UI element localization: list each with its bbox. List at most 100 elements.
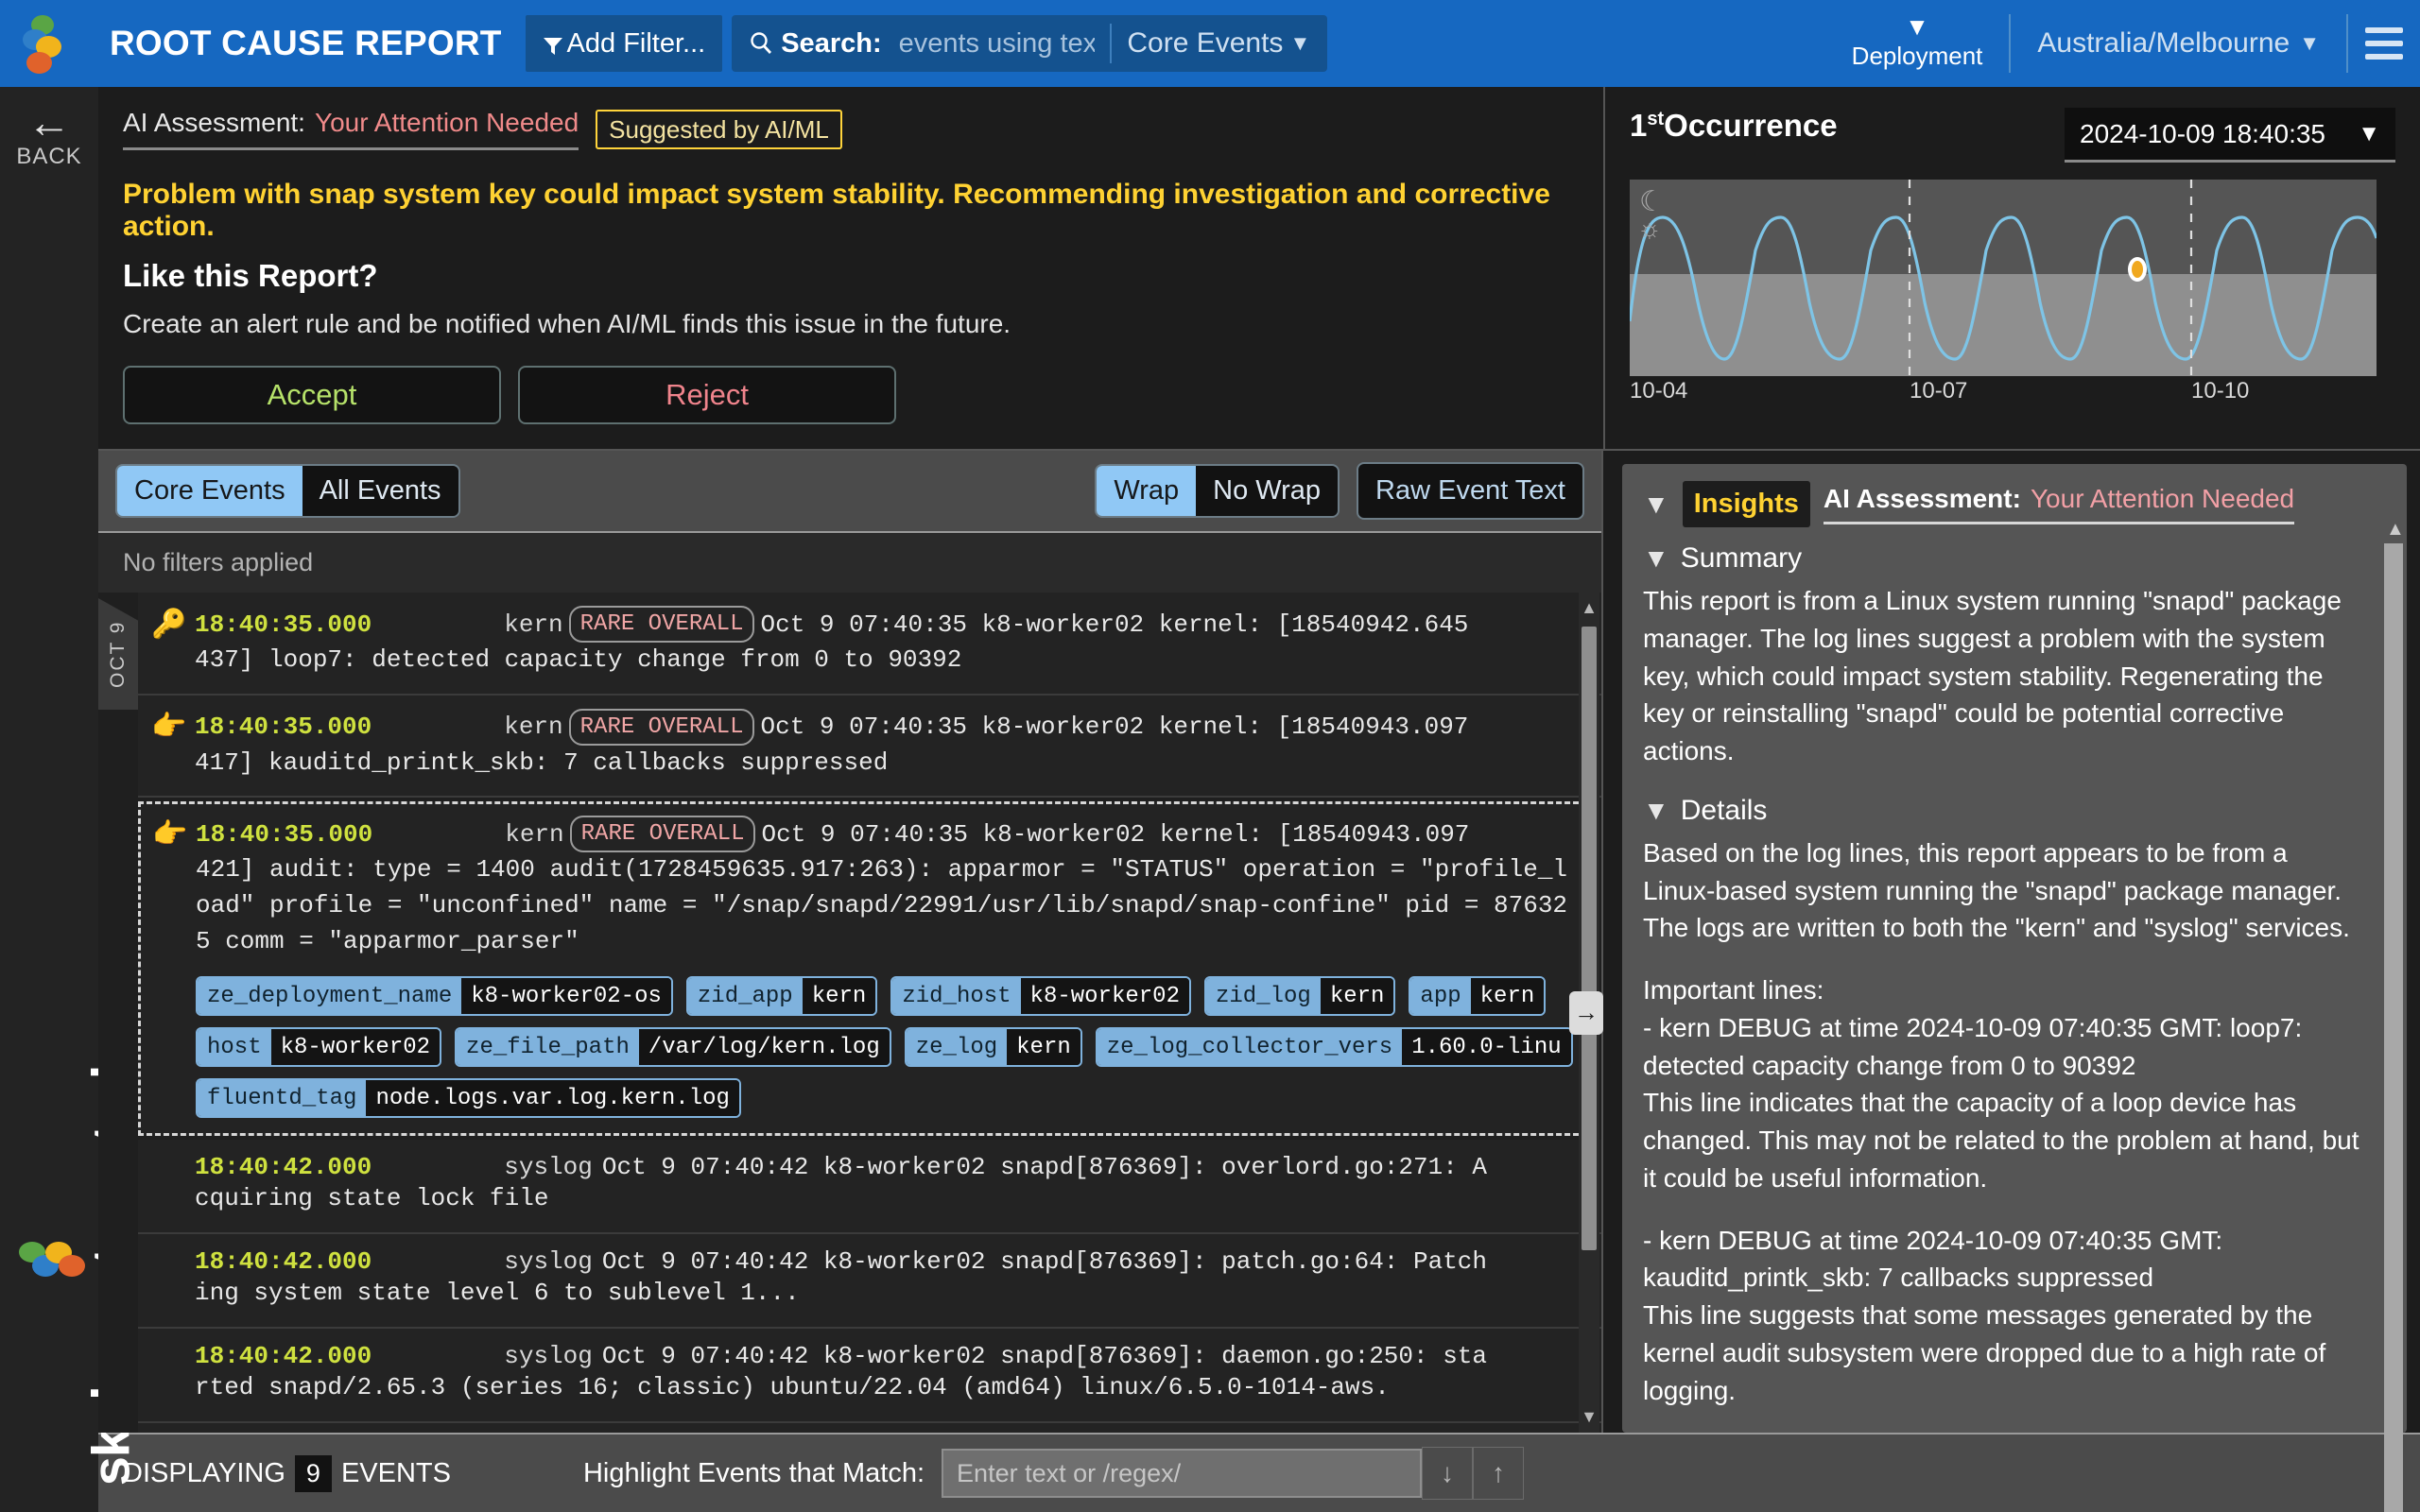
table-row[interactable]: 🔑 18:40:35.000 kern RARE OVERALL Oct 9 0…	[138, 593, 1601, 696]
insights-header: ▼ Insights AI Assessment: Your Attention…	[1643, 481, 2392, 527]
highlight-next-button[interactable]: ↓	[1422, 1447, 1474, 1500]
tag-value: k8-worker02-os	[461, 978, 671, 1015]
tag-pill[interactable]: ze_log kern	[904, 1027, 1082, 1068]
events-toolbar: Core Events All Events Wrap No Wrap Raw …	[98, 451, 1601, 533]
event-head: 👉 18:40:35.000 kern RARE OVERALL Oct 9 0…	[151, 708, 1584, 746]
tag-pill[interactable]: ze_log_collector_vers 1.60.0-linu	[1095, 1027, 1573, 1068]
reject-button[interactable]: Reject	[518, 366, 896, 424]
root-cause-report-app: ROOT CAUSE REPORT Add Filter... Search: …	[0, 0, 2420, 1512]
tab-all-events[interactable]: All Events	[302, 465, 458, 517]
chevron-down-icon[interactable]: ▼	[1643, 490, 1669, 518]
table-row[interactable]: 18:40:42.000 syslog Oct 9 07:40:42 k8-wo…	[138, 1328, 1601, 1423]
highlight-controls: ↓ ↑	[942, 1447, 1525, 1500]
wrap-toggle: Wrap No Wrap	[1095, 463, 1340, 519]
search-bar[interactable]: Search: Core Events ▼	[732, 15, 1328, 72]
chevron-down-icon: ▼	[1905, 11, 1929, 41]
assessment-value: Your Attention Needed	[314, 108, 579, 137]
tag-pill[interactable]: zid_app kern	[685, 976, 878, 1017]
highlight-label: Highlight Events that Match:	[582, 1457, 925, 1488]
accept-button[interactable]: Accept	[123, 366, 501, 424]
date-gutter: OCT 9	[98, 593, 138, 1433]
event-scope-select[interactable]: Core Events ▼	[1127, 27, 1310, 60]
tag-pill[interactable]: app kern	[1409, 976, 1547, 1017]
tag-value: kern	[802, 978, 876, 1015]
event-head-message: Oct 9 07:40:42 k8-worker02 snapd[876369]…	[601, 1153, 1488, 1182]
tab-core-events[interactable]: Core Events	[117, 465, 302, 517]
chevron-down-icon: ▼	[2299, 31, 2320, 55]
summary-section-header[interactable]: ▼ Summary	[1643, 542, 2360, 575]
insights-scrollbar[interactable]: ▲	[2384, 519, 2405, 1512]
back-button[interactable]: ← BACK	[16, 100, 82, 170]
tag-pill[interactable]: host k8-worker02	[196, 1027, 442, 1068]
event-source: syslog	[504, 1247, 593, 1277]
tag-value: 1.60.0-linu	[1402, 1029, 1571, 1066]
table-row[interactable]: 👉 18:40:35.000 kern RARE OVERALL Oct 9 0…	[138, 695, 1601, 799]
tag-value: kern	[1320, 978, 1394, 1015]
highlight-input[interactable]	[942, 1449, 1423, 1498]
events-column: Core Events All Events Wrap No Wrap Raw …	[98, 451, 1603, 1433]
left-rail: ← BACK skylar automated rca	[0, 87, 141, 1512]
x-tick-label: 10-10	[2191, 378, 2250, 404]
deployment-label: Deployment	[1851, 41, 1983, 70]
tag-pill[interactable]: ze_deployment_name k8-worker02-os	[196, 976, 673, 1017]
event-list[interactable]: 🔑 18:40:35.000 kern RARE OVERALL Oct 9 0…	[138, 593, 1601, 1433]
timezone-select[interactable]: Australia/Melbourne ▼	[2011, 27, 2346, 60]
details-section-header[interactable]: ▼ Details	[1643, 795, 2360, 827]
details-paragraph-3: - kern DEBUG at time 2024-10-09 07:40:35…	[1643, 1225, 2326, 1405]
chevron-down-icon[interactable]: ▼	[1643, 797, 1669, 824]
highlight-prev-button[interactable]: ↑	[1473, 1447, 1525, 1500]
scrollbar-thumb[interactable]	[1582, 627, 1597, 1250]
event-body: cquiring state lock file	[195, 1184, 549, 1213]
tab-no-wrap[interactable]: No Wrap	[1196, 465, 1339, 517]
chevron-down-icon[interactable]: ▼	[1643, 545, 1669, 572]
tag-pill[interactable]: zid_log kern	[1203, 976, 1396, 1017]
event-time: 18:40:42.000	[195, 1153, 372, 1182]
event-head: 👉 18:40:35.000 kern RARE OVERALL Oct 9 0…	[152, 816, 1578, 853]
deployment-select[interactable]: ▼ Deployment	[1825, 11, 2010, 71]
skylar-logo-icon	[0, 0, 87, 87]
scroll-down-icon[interactable]: ▼	[1581, 1407, 1598, 1427]
event-body: ing system state level 6 to sublevel 1..…	[195, 1279, 800, 1308]
search-input[interactable]	[898, 27, 1096, 60]
add-filter-button[interactable]: Add Filter...	[525, 15, 723, 72]
tag-key: fluentd_tag	[198, 1080, 367, 1117]
insights-column: ▼ Insights AI Assessment: Your Attention…	[1603, 451, 2420, 1512]
skylar-brand-logo-icon	[17, 1242, 85, 1297]
event-source: kern	[504, 713, 563, 742]
table-row[interactable]: 18:40:42.000 syslog Oct 9 07:40:42 k8-wo…	[138, 1422, 1601, 1433]
event-tags: ze_deployment_name k8-worker02-os zid_app…	[196, 976, 1578, 1119]
expand-panel-handle[interactable]: →	[1569, 990, 1603, 1035]
scroll-up-icon[interactable]: ▲	[2386, 519, 2405, 541]
tag-pill[interactable]: fluentd_tag node.logs.var.log.kern.log	[196, 1078, 741, 1119]
scroll-up-icon[interactable]: ▲	[1581, 598, 1598, 618]
tag-pill[interactable]: zid_host k8-worker02	[890, 976, 1191, 1017]
status-badge: RARE OVERALL	[569, 816, 756, 853]
tag-pill[interactable]: ze_file_path/var/log/kern.log	[455, 1027, 891, 1068]
events-toolbar-right: Wrap No Wrap Raw Event Text	[1095, 462, 1584, 520]
first-occurrence-marker[interactable]	[2128, 257, 2147, 282]
back-label: BACK	[16, 144, 82, 169]
insights-scroll-region[interactable]: ▼ Summary This report is from a Linux sy…	[1643, 542, 2392, 1433]
assessment-header-row: AI Assessment: Your Attention Needed Sug…	[123, 108, 1575, 150]
scrollbar-thumb[interactable]	[2384, 543, 2403, 1512]
occurrence-header: 1stOccurrence 2024-10-09 18:40:35 ▼	[1630, 108, 2395, 163]
occurrence-date-select[interactable]: 2024-10-09 18:40:35 ▼	[2065, 108, 2395, 163]
lower-row: Core Events All Events Wrap No Wrap Raw …	[98, 451, 2420, 1512]
raw-event-text-button[interactable]: Raw Event Text	[1357, 462, 1584, 520]
tag-value: kern	[1007, 1029, 1080, 1066]
search-icon	[749, 31, 773, 56]
tab-wrap[interactable]: Wrap	[1097, 465, 1197, 517]
occurrence-chart[interactable]: ☾ ☼	[1630, 180, 2377, 376]
hamburger-menu-icon[interactable]	[2348, 27, 2420, 60]
summary-heading: Summary	[1680, 542, 1803, 574]
tag-key: ze_log_collector_vers	[1097, 1029, 1403, 1066]
table-row-selected[interactable]: 👉 18:40:35.000 kern RARE OVERALL Oct 9 0…	[138, 801, 1596, 1137]
tag-key: ze_deployment_name	[198, 978, 462, 1015]
table-row[interactable]: 18:40:42.000 syslog Oct 9 07:40:42 k8-wo…	[138, 1140, 1601, 1235]
event-head: 18:40:42.000 syslog Oct 9 07:40:42 k8-wo…	[151, 1342, 1584, 1370]
add-filter-label: Add Filter...	[566, 27, 706, 59]
table-row[interactable]: 18:40:42.000 syslog Oct 9 07:40:42 k8-wo…	[138, 1234, 1601, 1329]
suggested-by-ai-badge: Suggested by AI/ML	[596, 109, 842, 149]
event-head-message: Oct 9 07:40:42 k8-worker02 snapd[876369]…	[601, 1341, 1488, 1370]
search-label: Search:	[781, 27, 882, 59]
